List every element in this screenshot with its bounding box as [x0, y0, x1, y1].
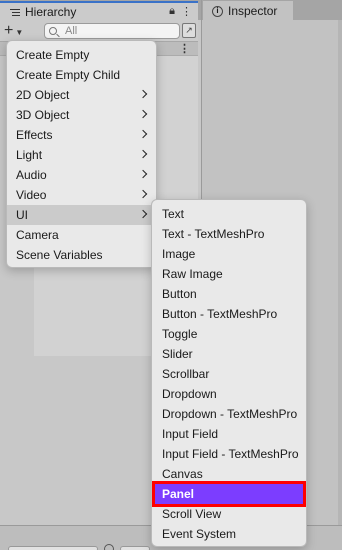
submenu-item-image[interactable]: Image — [152, 244, 306, 264]
menu-item-create-empty[interactable]: Create Empty — [7, 45, 156, 65]
lock-icon[interactable]: 🔒︎ — [169, 5, 175, 18]
create-context-menu: Create Empty Create Empty Child 2D Objec… — [6, 40, 157, 268]
menu-item-ui[interactable]: UI — [7, 205, 156, 225]
menu-item-create-empty-child[interactable]: Create Empty Child — [7, 65, 156, 85]
bottom-count-field[interactable] — [120, 546, 150, 550]
submenu-item-input-field-textmeshpro[interactable]: Input Field - TextMeshPro — [152, 444, 306, 464]
submenu-item-text-textmeshpro[interactable]: Text - TextMeshPro — [152, 224, 306, 244]
tab-inspector-label: Inspector — [228, 4, 278, 18]
submenu-item-text[interactable]: Text — [152, 204, 306, 224]
chevron-right-icon — [138, 209, 148, 219]
submenu-item-scroll-view[interactable]: Scroll View — [152, 504, 306, 524]
tab-strip: Hierarchy 🔒︎ ⋮ i Inspector — [0, 0, 342, 21]
chevron-right-icon — [138, 109, 148, 119]
submenu-item-canvas[interactable]: Canvas — [152, 464, 306, 484]
submenu-item-button-textmeshpro[interactable]: Button - TextMeshPro — [152, 304, 306, 324]
menu-item-audio[interactable]: Audio — [7, 165, 156, 185]
caret-down-icon: ▼ — [15, 27, 24, 37]
submenu-item-input-field[interactable]: Input Field — [152, 424, 306, 444]
scene-picker-icon[interactable]: ↗ — [182, 23, 196, 38]
chevron-right-icon — [138, 89, 148, 99]
chevron-right-icon — [138, 189, 148, 199]
submenu-item-raw-image[interactable]: Raw Image — [152, 264, 306, 284]
plus-icon: + — [4, 22, 14, 39]
menu-item-video[interactable]: Video — [7, 185, 156, 205]
info-icon: i — [212, 5, 223, 17]
menu-item-scene-variables[interactable]: Scene Variables — [7, 245, 156, 265]
bottom-search-field[interactable] — [8, 546, 98, 550]
search-placeholder: All — [65, 25, 78, 37]
submenu-item-slider[interactable]: Slider — [152, 344, 306, 364]
search-icon — [49, 27, 57, 35]
tab-inspector[interactable]: i Inspector — [203, 1, 293, 21]
menu-item-2d-object[interactable]: 2D Object — [7, 85, 156, 105]
menu-item-light[interactable]: Light — [7, 145, 156, 165]
tab-hierarchy[interactable]: Hierarchy 🔒︎ ⋮ — [0, 1, 198, 21]
search-input[interactable]: All — [44, 23, 180, 39]
submenu-item-dropdown-textmeshpro[interactable]: Dropdown - TextMeshPro — [152, 404, 306, 424]
chevron-right-icon — [138, 129, 148, 139]
ui-submenu: Text Text - TextMeshPro Image Raw Image … — [151, 199, 307, 547]
menu-item-3d-object[interactable]: 3D Object — [7, 105, 156, 125]
chevron-right-icon — [138, 149, 148, 159]
eye-icon[interactable] — [104, 544, 114, 550]
hierarchy-toolbar: + ▼ All ↗ — [0, 20, 198, 42]
create-add-button[interactable]: + ▼ — [4, 22, 34, 39]
submenu-item-panel[interactable]: Panel — [152, 481, 306, 507]
tab-hierarchy-label: Hierarchy — [25, 5, 77, 19]
submenu-item-event-system[interactable]: Event System — [152, 524, 306, 544]
submenu-item-scrollbar[interactable]: Scrollbar — [152, 364, 306, 384]
submenu-item-button[interactable]: Button — [152, 284, 306, 304]
scene-options-icon[interactable]: ⋮ — [179, 42, 190, 55]
submenu-item-toggle[interactable]: Toggle — [152, 324, 306, 344]
menu-item-effects[interactable]: Effects — [7, 125, 156, 145]
menu-item-camera[interactable]: Camera — [7, 225, 156, 245]
hierarchy-list-icon — [10, 8, 20, 17]
chevron-right-icon — [138, 169, 148, 179]
kebab-menu-icon[interactable]: ⋮ — [181, 5, 192, 18]
submenu-item-dropdown[interactable]: Dropdown — [152, 384, 306, 404]
inspector-scroll-gutter — [338, 20, 342, 525]
